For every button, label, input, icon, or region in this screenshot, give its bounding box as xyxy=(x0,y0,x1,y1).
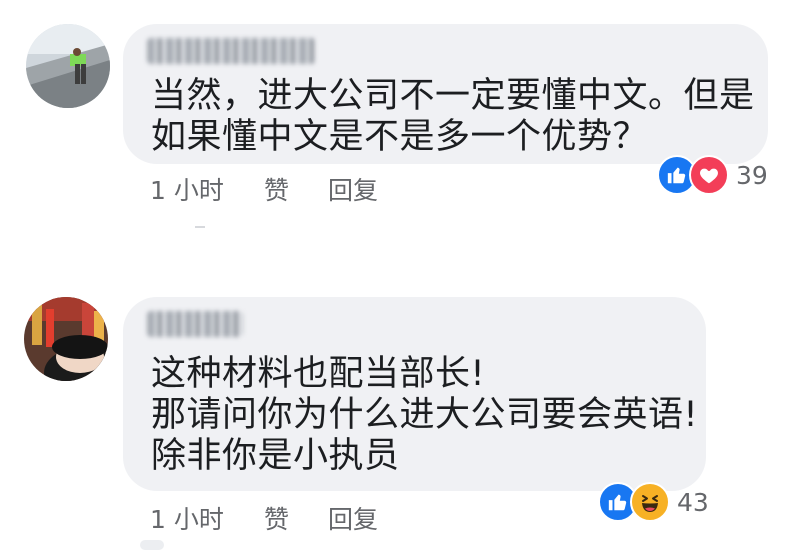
comment-text: 这种材料也配当部长! 那请问你为什么进大公司要会英语! 除非你是小执员 xyxy=(151,354,699,476)
reply-button[interactable]: 回复 xyxy=(328,171,378,207)
comment-text: 当然，进大公司不一定要懂中文。但是 如果懂中文是不是多一个优势？ xyxy=(151,76,755,157)
avatar[interactable] xyxy=(24,297,108,381)
comment-bubble: 这种材料也配当部长! 那请问你为什么进大公司要会英语! 除非你是小执员 xyxy=(123,297,706,491)
reaction-count: 39 xyxy=(736,160,768,190)
faint-divider xyxy=(195,226,205,228)
haha-icon xyxy=(630,482,670,522)
timestamp[interactable]: 1 小时 xyxy=(150,171,224,207)
next-comment-partial xyxy=(140,540,164,550)
author-name-blurred[interactable] xyxy=(147,311,243,337)
avatar-photo xyxy=(26,24,110,108)
avatar[interactable] xyxy=(26,24,110,108)
author-name-blurred[interactable] xyxy=(147,38,315,64)
timestamp[interactable]: 1 小时 xyxy=(150,500,224,536)
reaction-count: 43 xyxy=(677,487,709,517)
reply-button[interactable]: 回复 xyxy=(328,500,378,536)
reaction-summary[interactable]: 43 xyxy=(598,482,709,522)
love-icon xyxy=(689,155,729,195)
like-button[interactable]: 赞 xyxy=(264,500,289,536)
reaction-summary[interactable]: 39 xyxy=(657,155,768,195)
avatar-photo xyxy=(24,297,108,381)
like-button[interactable]: 赞 xyxy=(264,171,289,207)
comment-bubble: 当然，进大公司不一定要懂中文。但是 如果懂中文是不是多一个优势？ xyxy=(123,24,768,164)
